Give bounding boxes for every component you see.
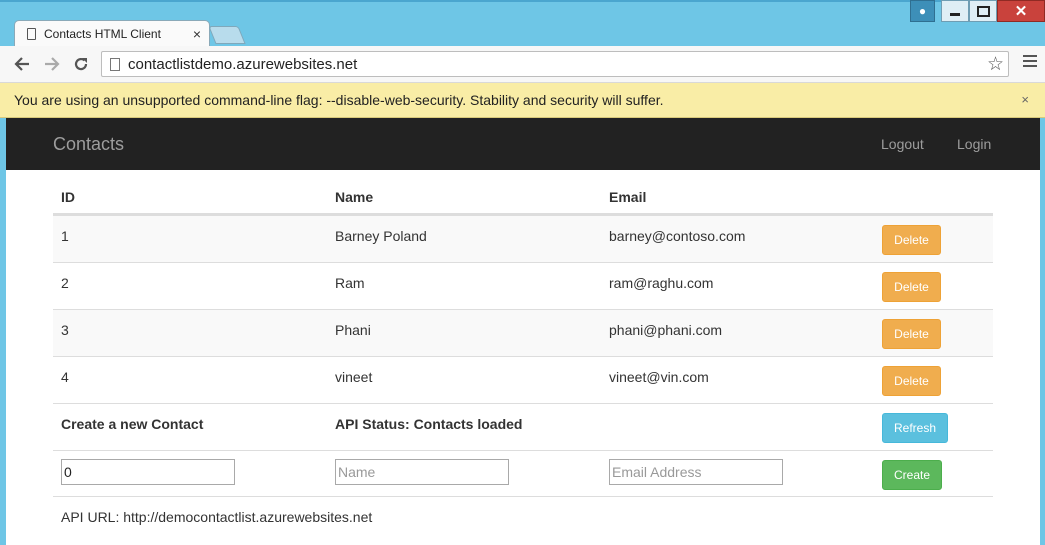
header-name: Name [335, 189, 374, 205]
reload-icon [74, 57, 88, 71]
api-url-text: API URL: http://democontactlist.azureweb… [61, 509, 373, 525]
table-row: 3 Phani phani@phani.com Delete [53, 309, 993, 356]
browser-toolbar: contactlistdemo.azurewebsites.net ☆ [0, 46, 1045, 83]
maximize-button[interactable] [969, 0, 997, 22]
api-status-text: API Status: Contacts loaded [335, 416, 523, 432]
page-content: Contacts Logout Login ID Name Email 1 Ba… [6, 118, 1040, 545]
hamburger-menu-icon[interactable] [1023, 55, 1037, 70]
contacts-table: ID Name Email 1 Barney Poland barney@con… [53, 178, 993, 497]
header-email: Email [609, 189, 647, 205]
create-button[interactable]: Create [882, 460, 942, 490]
minimize-button[interactable] [941, 0, 969, 22]
arrow-right-icon [45, 57, 60, 71]
window-top-strip [0, 0, 1045, 2]
contact-id: 2 [61, 275, 69, 291]
back-button[interactable] [11, 53, 33, 75]
table-row: 1 Barney Poland barney@contoso.com Delet… [53, 215, 993, 262]
url-text: contactlistdemo.azurewebsites.net [128, 55, 358, 73]
app-navbar: Contacts Logout Login [6, 118, 1040, 170]
contact-id: 4 [61, 369, 69, 385]
address-bar[interactable]: contactlistdemo.azurewebsites.net ☆ [101, 51, 1009, 77]
page-icon [27, 27, 36, 40]
contact-name: Barney Poland [335, 228, 427, 244]
table-row: 2 Ram ram@raghu.com Delete [53, 262, 993, 309]
close-window-button[interactable]: ✕ [997, 0, 1045, 22]
reload-button[interactable] [70, 53, 92, 75]
create-contact-title: Create a new Contact [61, 416, 204, 432]
delete-button[interactable]: Delete [882, 366, 941, 396]
logout-link[interactable]: Logout [881, 136, 924, 152]
contact-email: ram@raghu.com [609, 275, 714, 291]
create-header-row: Create a new Contact API Status: Contact… [53, 403, 993, 450]
contact-name: Ram [335, 275, 365, 291]
window-controls: ● ✕ [910, 0, 1045, 22]
contact-email: phani@phani.com [609, 322, 723, 338]
close-icon: ✕ [1014, 3, 1028, 20]
contact-email: vineet@vin.com [609, 369, 709, 385]
contact-id: 3 [61, 322, 69, 338]
user-profile-icon[interactable]: ● [910, 0, 935, 22]
delete-button[interactable]: Delete [882, 225, 941, 255]
minimize-icon [950, 12, 960, 16]
contact-name: vineet [335, 369, 373, 385]
browser-tab[interactable]: Contacts HTML Client × [14, 20, 210, 46]
window-titlebar: ● ✕ Contacts HTML Client × [0, 0, 1045, 46]
delete-button[interactable]: Delete [882, 319, 941, 349]
refresh-button[interactable]: Refresh [882, 413, 948, 443]
tab-close-icon[interactable]: × [193, 26, 201, 42]
tab-title: Contacts HTML Client [44, 26, 161, 41]
infobar-close-icon[interactable]: × [1021, 92, 1029, 107]
table-row: 4 vineet vineet@vin.com Delete [53, 356, 993, 403]
contact-id: 1 [61, 228, 69, 244]
contact-email: barney@contoso.com [609, 228, 746, 244]
email-input[interactable] [609, 459, 783, 485]
page-info-icon [110, 57, 120, 71]
warning-infobar: You are using an unsupported command-lin… [0, 83, 1045, 118]
id-input[interactable] [61, 459, 235, 485]
navbar-brand[interactable]: Contacts [53, 134, 124, 155]
header-id: ID [61, 189, 75, 205]
login-link[interactable]: Login [957, 136, 991, 152]
table-header-row: ID Name Email [53, 178, 993, 215]
contact-name: Phani [335, 322, 371, 338]
new-tab-button[interactable] [208, 26, 246, 44]
create-form-row: Create [53, 450, 993, 497]
forward-button[interactable] [41, 53, 63, 75]
delete-button[interactable]: Delete [882, 272, 941, 302]
arrow-left-icon [14, 57, 29, 71]
name-input[interactable] [335, 459, 509, 485]
maximize-icon [976, 5, 990, 17]
infobar-message: You are using an unsupported command-lin… [14, 92, 664, 108]
star-icon[interactable]: ☆ [987, 53, 1004, 76]
